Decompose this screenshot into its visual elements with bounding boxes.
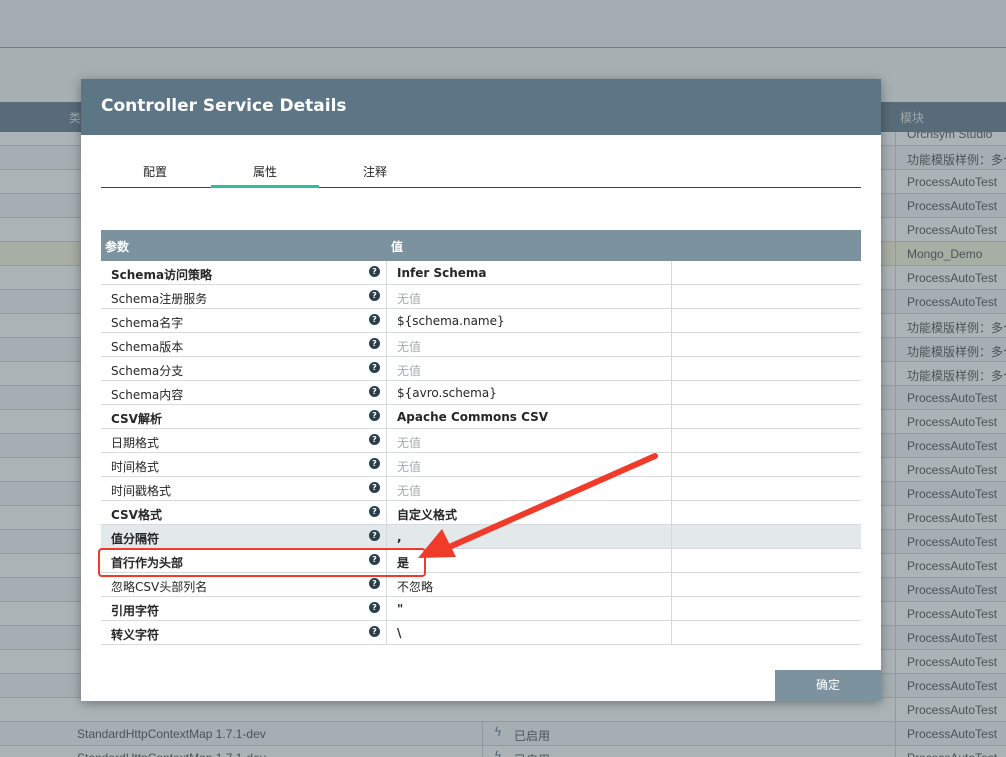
help-icon[interactable]: ?	[369, 338, 380, 349]
tab-comments[interactable]: 注释	[321, 163, 429, 180]
dialog-header: Controller Service Details	[81, 79, 881, 135]
property-name: Schema内容	[111, 388, 184, 402]
property-name: Schema分支	[111, 364, 184, 378]
help-icon[interactable]: ?	[369, 290, 380, 301]
property-name: 日期格式	[111, 436, 160, 450]
tab-properties[interactable]: 属性	[211, 163, 319, 188]
help-icon[interactable]: ?	[369, 482, 380, 493]
help-icon[interactable]: ?	[369, 434, 380, 445]
property-value-cell[interactable]	[386, 333, 672, 357]
property-row[interactable]: Schema名字? ${schema.name}	[101, 309, 861, 333]
annotation-highlight-box	[98, 548, 426, 577]
property-name: 引用字符	[111, 604, 160, 618]
property-value: Infer Schema	[397, 266, 487, 280]
property-value: 自定义格式	[397, 508, 458, 522]
property-value: Apache Commons CSV	[397, 410, 549, 424]
ok-button[interactable]: 确定	[775, 670, 881, 701]
property-value-cell[interactable]	[386, 357, 672, 381]
controller-service-details-dialog: Controller Service Details 配置 属性 注释 参数 值…	[81, 79, 881, 701]
property-name: 时间格式	[111, 460, 160, 474]
property-row[interactable]: CSV解析? Apache Commons CSV	[101, 405, 861, 429]
properties-table-header: 参数 值	[101, 230, 861, 261]
help-icon[interactable]: ?	[369, 386, 380, 397]
property-row[interactable]: 时间戳格式? 无值	[101, 477, 861, 501]
help-icon[interactable]: ?	[369, 362, 380, 373]
property-row[interactable]: 引用字符? "	[101, 597, 861, 621]
property-value-cell[interactable]	[386, 597, 672, 621]
property-row[interactable]: 值分隔符?,	[101, 525, 861, 549]
column-header-param: 参数	[105, 240, 130, 254]
help-icon[interactable]: ?	[369, 458, 380, 469]
property-name: Schema版本	[111, 340, 184, 354]
help-icon[interactable]: ?	[369, 266, 380, 277]
properties-table: 参数 值 Schema访问策略? Infer Schema Schema注册服务? 无…	[101, 230, 861, 648]
help-icon[interactable]: ?	[369, 602, 380, 613]
property-value-cell[interactable]	[386, 429, 672, 453]
property-row[interactable]: Schema分支? 无值	[101, 357, 861, 381]
help-icon[interactable]: ?	[369, 626, 380, 637]
help-icon[interactable]: ?	[369, 530, 380, 541]
property-value: 无值	[397, 460, 422, 474]
tab-settings[interactable]: 配置	[101, 163, 209, 180]
properties-table-body: Schema访问策略? Infer Schema Schema注册服务? 无值 Sche…	[101, 261, 861, 645]
help-icon[interactable]: ?	[369, 410, 380, 421]
property-name: CSV格式	[111, 508, 162, 522]
property-row[interactable]: 转义字符? \	[101, 621, 861, 645]
help-icon[interactable]: ?	[369, 314, 380, 325]
property-value: 无值	[397, 340, 422, 354]
property-value: 不忽略	[397, 580, 434, 594]
property-value: \	[397, 626, 402, 640]
property-row[interactable]: CSV格式? 自定义格式	[101, 501, 861, 525]
property-row[interactable]: 日期格式? 无值	[101, 429, 861, 453]
property-name: Schema注册服务	[111, 292, 208, 306]
property-value-cell[interactable]	[386, 621, 672, 645]
property-value: 无值	[397, 484, 422, 498]
property-row[interactable]: 时间格式? 无值	[101, 453, 861, 477]
property-row[interactable]: Schema版本? 无值	[101, 333, 861, 357]
property-row[interactable]: Schema内容? ${avro.schema}	[101, 381, 861, 405]
column-header-value: 值	[391, 240, 404, 254]
property-name: 值分隔符	[111, 532, 160, 546]
dialog-title: Controller Service Details	[101, 96, 347, 116]
property-value: 无值	[397, 292, 422, 306]
property-value-cell[interactable]	[386, 453, 672, 477]
property-value: 无值	[397, 364, 422, 378]
property-value: 无值	[397, 436, 422, 450]
property-value-cell[interactable]	[386, 525, 672, 549]
help-icon[interactable]: ?	[369, 578, 380, 589]
property-value: ${avro.schema}	[397, 386, 497, 400]
property-name: Schema访问策略	[111, 268, 213, 282]
property-value: ${schema.name}	[397, 314, 505, 328]
property-value-cell[interactable]	[386, 477, 672, 501]
property-name: 忽略CSV头部列名	[111, 580, 208, 594]
property-value-cell[interactable]	[386, 549, 672, 573]
property-name: Schema名字	[111, 316, 184, 330]
property-name: CSV解析	[111, 412, 162, 426]
property-name: 转义字符	[111, 628, 160, 642]
property-name: 时间戳格式	[111, 484, 172, 498]
property-row[interactable]: Schema访问策略? Infer Schema	[101, 261, 861, 285]
dialog-tabs: 配置 属性 注释	[101, 153, 861, 188]
property-value: "	[397, 602, 404, 616]
property-row[interactable]: Schema注册服务? 无值	[101, 285, 861, 309]
property-value: ,	[397, 530, 402, 544]
help-icon[interactable]: ?	[369, 506, 380, 517]
property-value-cell[interactable]	[386, 285, 672, 309]
